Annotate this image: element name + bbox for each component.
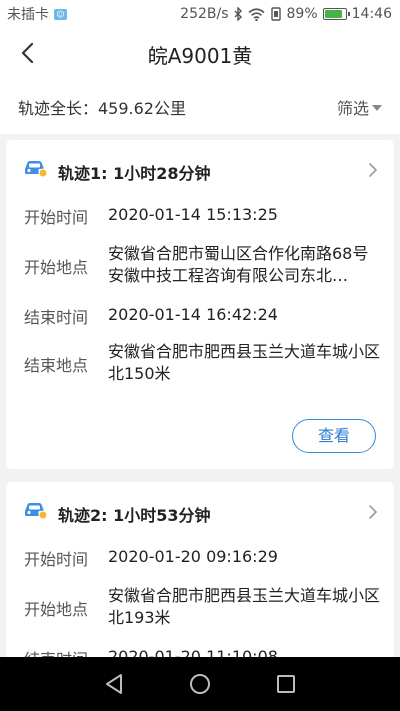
end-time-value: 2020-01-14 16:42:24 <box>108 305 278 324</box>
start-place-label: 开始地点 <box>24 600 89 619</box>
system-home-button[interactable] <box>188 672 212 696</box>
car-icon <box>25 503 48 520</box>
nav-bar: 皖A9001黄 <box>0 28 400 80</box>
triangle-back-icon <box>106 674 122 694</box>
system-recents-button[interactable] <box>274 672 298 696</box>
track-card-header[interactable]: 轨迹1: 1小时28分钟 <box>6 140 394 196</box>
start-place-value: 安徽省合肥市蜀山区合作化南路68号安徽中技工程咨询有限公司东北… <box>108 244 369 285</box>
battery-percent: 89% <box>286 6 318 22</box>
start-time-value: 2020-01-14 15:13:25 <box>108 205 278 224</box>
system-back-button[interactable] <box>102 672 126 696</box>
start-time-label: 开始时间 <box>24 550 89 569</box>
start-place-value: 安徽省合肥市肥西县玉兰大道车城小区北193米 <box>108 586 381 627</box>
end-time-label: 结束时间 <box>24 308 89 327</box>
end-place-value: 安徽省合肥市肥西县玉兰大道车城小区北150米 <box>108 342 381 383</box>
track-total-length: 轨迹全长：459.62公里 <box>18 99 186 118</box>
status-bar: 未插卡 ☺ 252B/s 89% 14:46 <box>0 0 400 28</box>
circle-home-icon <box>190 674 210 694</box>
battery-fill <box>324 10 343 18</box>
sim-icon: ☺ <box>54 8 67 20</box>
end-place-label: 结束地点 <box>24 356 89 375</box>
filter-label: 筛选 <box>336 99 369 118</box>
start-time-value: 2020-01-20 09:16:29 <box>108 547 278 566</box>
start-place-label: 开始地点 <box>24 258 89 277</box>
clock: 14:46 <box>351 6 392 22</box>
track-card-header[interactable]: 轨迹2: 1小时53分钟 <box>6 482 394 538</box>
system-nav-bar <box>0 657 400 711</box>
car-icon <box>25 161 48 178</box>
network-speed: 252B/s <box>180 6 229 22</box>
carrier-text: 未插卡 <box>7 7 49 23</box>
page-title: 皖A9001黄 <box>147 44 253 68</box>
chevron-right-icon <box>369 163 378 177</box>
summary-bar: 轨迹全长：459.62公里 筛选 <box>0 80 400 134</box>
start-time-label: 开始时间 <box>24 208 89 227</box>
view-button[interactable]: 查看 <box>292 419 376 453</box>
status-right: 252B/s 89% 14:46 <box>180 6 392 22</box>
track-title: 轨迹1: 1小时28分钟 <box>58 164 211 183</box>
track-card: 轨迹1: 1小时28分钟 开始时间 2020-01-14 15:13:25 开始… <box>6 140 394 469</box>
chevron-right-icon <box>369 505 378 519</box>
track-title: 轨迹2: 1小时53分钟 <box>58 506 211 525</box>
track-card: 轨迹2: 1小时53分钟 开始时间 2020-01-20 09:16:29 开始… <box>6 482 394 682</box>
wifi-icon <box>247 7 265 21</box>
bluetooth-icon <box>234 7 243 21</box>
square-recents-icon <box>277 675 295 693</box>
status-left: 未插卡 ☺ <box>7 4 67 24</box>
phone-signal-icon <box>270 7 282 21</box>
battery-icon <box>322 8 350 20</box>
caret-down-icon <box>372 105 382 111</box>
filter-button[interactable]: 筛选 <box>337 95 382 119</box>
